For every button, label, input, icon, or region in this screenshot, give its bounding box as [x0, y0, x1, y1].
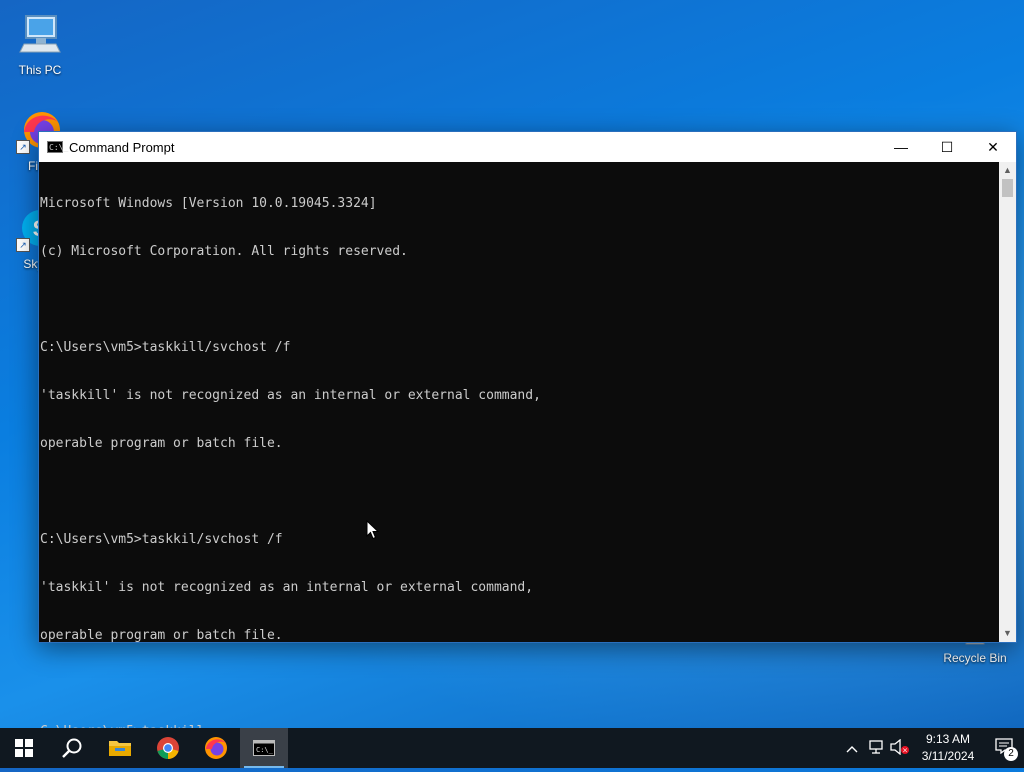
taskbar-file-explorer[interactable]	[96, 728, 144, 768]
taskbar-chrome[interactable]	[144, 728, 192, 768]
desktop-icon-label: This PC	[18, 63, 62, 77]
maximize-button[interactable]: ☐	[924, 132, 970, 162]
volume-muted-icon[interactable]: ×	[888, 738, 912, 758]
command-prompt-icon: C:\_	[47, 141, 69, 153]
scroll-down-icon[interactable]: ▼	[999, 625, 1016, 642]
computer-icon	[19, 15, 61, 53]
console-line: operable program or batch file.	[40, 436, 283, 451]
file-explorer-icon	[109, 741, 131, 756]
clock[interactable]: 9:13 AM 3/11/2024	[912, 731, 984, 765]
console-output[interactable]: Microsoft Windows [Version 10.0.19045.33…	[39, 162, 999, 739]
windows-start-icon	[15, 739, 33, 757]
scroll-thumb[interactable]	[1002, 179, 1013, 197]
network-icon[interactable]	[864, 739, 888, 758]
desktop-icon-this-pc[interactable]: This PC	[2, 10, 78, 77]
mouse-cursor-icon	[366, 520, 380, 540]
command-prompt-window[interactable]: C:\_ Command Prompt — ☐ ✕ Microsoft Wind…	[38, 131, 1017, 739]
console-line: C:\Users\vm5>taskkil/svchost /f	[40, 532, 283, 547]
window-titlebar[interactable]: C:\_ Command Prompt — ☐ ✕	[39, 132, 1016, 162]
vertical-scrollbar[interactable]: ▲ ▼	[999, 162, 1016, 642]
close-button[interactable]: ✕	[970, 132, 1016, 162]
minimize-icon: —	[894, 139, 908, 155]
show-hidden-icons-chevron-up-icon[interactable]	[840, 741, 864, 756]
system-tray: × 9:13 AM 3/11/2024 2	[840, 728, 1024, 768]
svg-text:×: ×	[902, 746, 908, 754]
clock-date: 3/11/2024	[921, 749, 975, 763]
svg-text:C:\_: C:\_	[256, 746, 274, 754]
chrome-icon	[157, 737, 179, 759]
taskbar-firefox[interactable]	[192, 728, 240, 768]
console-line: 'taskkil' is not recognized as an intern…	[40, 580, 534, 595]
search-icon	[62, 738, 82, 758]
notification-count-badge: 2	[1004, 746, 1018, 761]
console-line: (c) Microsoft Corporation. All rights re…	[40, 244, 408, 259]
taskbar-command-prompt[interactable]: C:\_	[240, 728, 288, 768]
console-line: C:\Users\vm5>taskkill/svchost /f	[40, 340, 291, 355]
window-title: Command Prompt	[69, 139, 175, 155]
shortcut-arrow-icon: ↗	[16, 140, 30, 154]
maximize-icon: ☐	[940, 138, 954, 155]
console-line: 'taskkill' is not recognized as an inter…	[40, 388, 541, 403]
action-center-button[interactable]: 2	[984, 737, 1024, 761]
console-line: operable program or batch file.	[40, 628, 283, 643]
search-button[interactable]	[48, 728, 96, 768]
close-icon: ✕	[987, 138, 999, 155]
scroll-up-icon[interactable]: ▲	[999, 162, 1016, 179]
taskbar: C:\_ × 9:13 AM 3/11/2024 2	[0, 728, 1024, 768]
minimize-button[interactable]: —	[878, 132, 924, 162]
console-line: Microsoft Windows [Version 10.0.19045.33…	[40, 196, 377, 211]
firefox-icon	[205, 737, 227, 759]
shortcut-arrow-icon: ↗	[16, 238, 30, 252]
command-prompt-icon: C:\_	[253, 740, 275, 756]
clock-time: 9:13 AM	[925, 732, 971, 746]
start-button[interactable]	[0, 728, 48, 768]
